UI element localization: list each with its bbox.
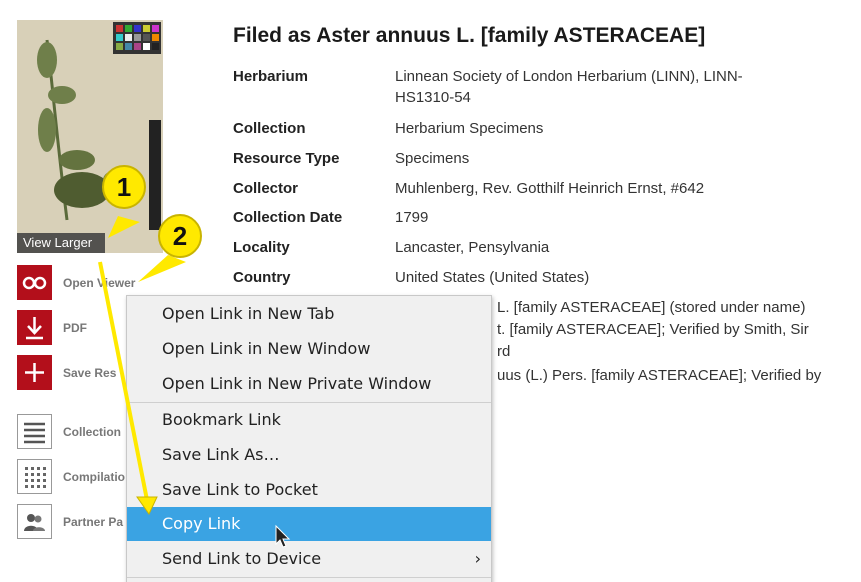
sidebar-item-partner-pages[interactable]: Partner Pa: [63, 515, 123, 529]
field-label-locality: Locality: [233, 239, 290, 256]
field-label-herbarium: Herbarium: [233, 68, 309, 85]
partial-line-1: L. [family ASTERACEAE] (stored under nam…: [497, 299, 806, 316]
sidebar-item-save-resource[interactable]: Save Res: [63, 366, 116, 380]
sidebar-item-pdf[interactable]: PDF: [63, 321, 87, 335]
partial-line-2: t. [family ASTERACEAE]; Verified by Smit…: [497, 321, 809, 338]
menu-open-new-window[interactable]: Open Link in New Window: [127, 332, 491, 366]
people-icon[interactable]: [17, 504, 52, 539]
glasses-icon[interactable]: [17, 265, 52, 300]
menu-separator: [127, 577, 491, 578]
chevron-right-icon: ›: [474, 549, 481, 568]
field-value-collector: Muhlenberg, Rev. Gotthilf Heinrich Ernst…: [395, 180, 705, 197]
callout-marker-1: 1: [102, 165, 146, 209]
sidebar-item-collection[interactable]: Collection: [63, 425, 121, 439]
download-icon[interactable]: [17, 310, 52, 345]
list-icon[interactable]: [17, 414, 52, 449]
specimen-image: [17, 20, 163, 253]
menu-send-to-device[interactable]: Send Link to Device ›: [127, 542, 491, 576]
view-larger-button[interactable]: View Larger: [17, 233, 105, 253]
field-value-resource-type: Specimens: [395, 150, 470, 167]
specimen-thumbnail[interactable]: [17, 20, 163, 253]
grid-icon[interactable]: [17, 459, 52, 494]
menu-open-new-tab[interactable]: Open Link in New Tab: [127, 297, 491, 331]
menu-save-link-as[interactable]: Save Link As…: [127, 438, 491, 472]
field-value-collection[interactable]: Herbarium Specimens: [395, 118, 543, 139]
field-value-country: United States (United States): [395, 269, 590, 286]
menu-copy-link[interactable]: Copy Link: [127, 507, 491, 541]
partial-line-3: rd: [497, 343, 511, 360]
field-label-collection-date: Collection Date: [233, 209, 343, 226]
menu-send-to-device-label: Send Link to Device: [162, 549, 322, 568]
sidebar-item-compilations[interactable]: Compilatio: [63, 470, 125, 484]
context-menu: Open Link in New Tab Open Link in New Wi…: [126, 295, 492, 582]
field-label-collector: Collector: [233, 180, 299, 197]
plus-icon[interactable]: [17, 355, 52, 390]
field-value-herbarium: Linnean Society of London Herbarium (LIN…: [395, 68, 743, 106]
callout-marker-2: 2: [158, 214, 202, 258]
field-value-locality: Lancaster, Pensylvania: [395, 239, 550, 256]
field-label-collection: Collection: [233, 120, 306, 137]
field-value-collection-date: 1799: [395, 209, 429, 226]
menu-open-private-window[interactable]: Open Link in New Private Window: [127, 367, 491, 401]
sidebar-item-open-viewer[interactable]: Open Viewer: [63, 276, 135, 290]
partial-line-4: uus (L.) Pers. [family ASTERACEAE]; Veri…: [497, 367, 822, 384]
menu-bookmark-link[interactable]: Bookmark Link: [127, 403, 491, 437]
field-label-resource-type: Resource Type: [233, 150, 340, 167]
page-title: Filed as Aster annuus L. [family ASTERAC…: [233, 24, 706, 47]
field-label-country: Country: [233, 269, 291, 286]
menu-save-to-pocket[interactable]: Save Link to Pocket: [127, 473, 491, 507]
